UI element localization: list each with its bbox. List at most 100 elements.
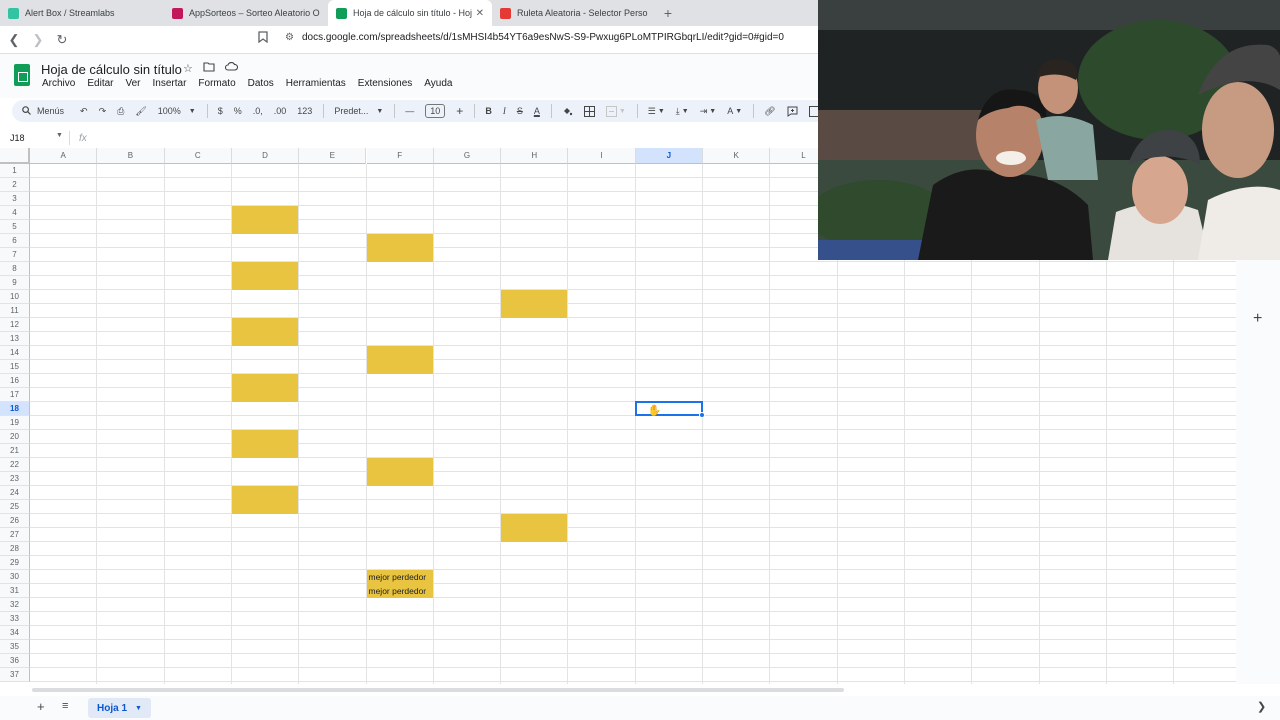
sheet-tab[interactable]: Hoja 1 ▼ (88, 698, 151, 718)
row-header[interactable]: 28 (0, 542, 30, 556)
scrollbar-thumb[interactable] (32, 688, 844, 692)
merge-cells-icon[interactable]: ▼ (605, 105, 626, 117)
text-cell[interactable]: mejor perdedor (366, 584, 433, 598)
row-header[interactable]: 8 (0, 262, 30, 276)
menu-item[interactable]: Datos (242, 78, 280, 89)
row-header[interactable]: 3 (0, 192, 30, 206)
row-header[interactable]: 15 (0, 360, 30, 374)
row-header[interactable]: 35 (0, 640, 30, 654)
browser-tab[interactable]: Hoja de cálculo sin título - Hoj ✕ (328, 0, 492, 26)
horizontal-align-icon[interactable]: ☰ ▼ (648, 106, 665, 117)
row-header[interactable]: 33 (0, 612, 30, 626)
column-header[interactable]: D (231, 148, 300, 164)
column-header[interactable]: B (97, 148, 165, 164)
print-icon[interactable]: ⎙ (117, 106, 124, 117)
cloud-status-icon[interactable] (224, 61, 238, 75)
fill-handle[interactable] (699, 412, 705, 418)
row-header[interactable]: 36 (0, 654, 30, 668)
insert-comment-icon[interactable] (787, 106, 798, 117)
filled-cell[interactable] (366, 346, 433, 374)
column-header[interactable]: C (164, 148, 232, 164)
active-cell-selection[interactable] (634, 401, 703, 416)
column-header[interactable]: I (568, 148, 636, 164)
row-header[interactable]: 6 (0, 234, 30, 248)
row-header[interactable]: 1 (0, 164, 30, 178)
row-header[interactable]: 11 (0, 304, 30, 318)
browser-tab[interactable]: AppSorteos – Sorteo Aleatorio On (164, 0, 328, 26)
row-header[interactable]: 7 (0, 248, 30, 262)
menu-item[interactable]: Formato (192, 78, 241, 89)
menu-item[interactable]: Herramientas (280, 78, 352, 89)
forward-icon[interactable]: ❯ (28, 30, 48, 50)
row-header[interactable]: 4 (0, 206, 30, 220)
chevron-down-icon[interactable]: ▼ (135, 705, 142, 712)
filled-cell[interactable] (501, 290, 568, 318)
row-header[interactable]: 18 (0, 402, 30, 416)
menu-search[interactable]: Menús (22, 105, 64, 117)
text-wrap-icon[interactable]: ⇥ ▼ (700, 106, 716, 117)
increase-font-size-button[interactable]: + (456, 104, 463, 118)
decrease-decimals-button[interactable]: .0, (253, 106, 263, 116)
star-icon[interactable]: ☆ (183, 62, 193, 75)
column-header[interactable]: E (299, 148, 367, 164)
row-header[interactable]: 20 (0, 430, 30, 444)
currency-button[interactable]: $ (218, 106, 223, 116)
column-header[interactable]: F (366, 148, 434, 164)
select-all-corner[interactable] (0, 148, 30, 164)
row-header[interactable]: 5 (0, 220, 30, 234)
reload-icon[interactable]: ↻ (52, 30, 72, 50)
move-folder-icon[interactable] (203, 62, 215, 75)
filled-cell[interactable] (501, 514, 568, 542)
filled-cell[interactable] (231, 430, 299, 458)
row-header[interactable]: 19 (0, 416, 30, 430)
decrease-font-size-button[interactable]: — (405, 106, 414, 116)
name-box[interactable]: J18 (10, 133, 25, 143)
close-tab-icon[interactable]: ✕ (476, 8, 484, 19)
bold-button[interactable]: B (485, 106, 492, 116)
row-header[interactable]: 31 (0, 584, 30, 598)
menu-item[interactable]: Ayuda (418, 78, 458, 89)
filled-cell[interactable] (231, 374, 299, 402)
filled-cell[interactable] (366, 234, 433, 262)
percent-button[interactable]: % (234, 106, 242, 116)
all-sheets-button[interactable]: ≡ (62, 700, 68, 712)
column-header[interactable]: J (635, 148, 703, 164)
filled-cell[interactable] (231, 206, 299, 234)
row-header[interactable]: 14 (0, 346, 30, 360)
site-info-icon[interactable]: ⚙ (285, 32, 294, 43)
filled-cell[interactable] (231, 262, 299, 290)
add-addon-icon[interactable]: + (1253, 310, 1262, 328)
row-header[interactable]: 10 (0, 290, 30, 304)
font-size-input[interactable]: 10 (425, 104, 446, 118)
row-header[interactable]: 22 (0, 458, 30, 472)
strikethrough-button[interactable]: S (517, 106, 523, 116)
paint-format-icon[interactable]: 🖌︎ (135, 106, 146, 117)
row-header[interactable]: 37 (0, 668, 30, 682)
zoom-select[interactable]: 100% ▼ (158, 106, 196, 116)
insert-link-icon[interactable]: 🔗︎ (764, 106, 775, 117)
borders-icon[interactable] (583, 105, 595, 117)
browser-tab[interactable]: Ruleta Aleatoria - Selector Persona (492, 0, 656, 26)
row-header[interactable]: 2 (0, 178, 30, 192)
italic-button[interactable]: I (503, 106, 506, 116)
column-header[interactable]: G (433, 148, 502, 164)
document-title[interactable]: Hoja de cálculo sin título (41, 62, 182, 77)
explore-arrow-icon[interactable]: ❯ (1257, 700, 1266, 713)
row-header[interactable]: 30 (0, 570, 30, 584)
browser-tab[interactable]: Alert Box / Streamlabs (0, 0, 164, 26)
text-rotation-icon[interactable]: A ▼ (727, 106, 742, 116)
row-header[interactable]: 29 (0, 556, 30, 570)
url-field[interactable]: ⚙ docs.google.com/spreadsheets/d/1sMHSI4… (285, 32, 784, 43)
back-icon[interactable]: ❮ (4, 30, 24, 50)
bookmark-icon[interactable] (258, 31, 268, 46)
column-header[interactable]: A (30, 148, 98, 164)
chevron-down-icon[interactable]: ▼ (56, 132, 63, 139)
filled-cell[interactable] (366, 458, 433, 486)
text-color-button[interactable]: A (534, 106, 540, 116)
row-header[interactable]: 13 (0, 332, 30, 346)
undo-icon[interactable]: ↶ (80, 106, 88, 117)
row-header[interactable]: 23 (0, 472, 30, 486)
row-header[interactable]: 25 (0, 500, 30, 514)
menu-item[interactable]: Insertar (147, 78, 193, 89)
text-cell[interactable]: mejor perdedor (366, 570, 433, 584)
